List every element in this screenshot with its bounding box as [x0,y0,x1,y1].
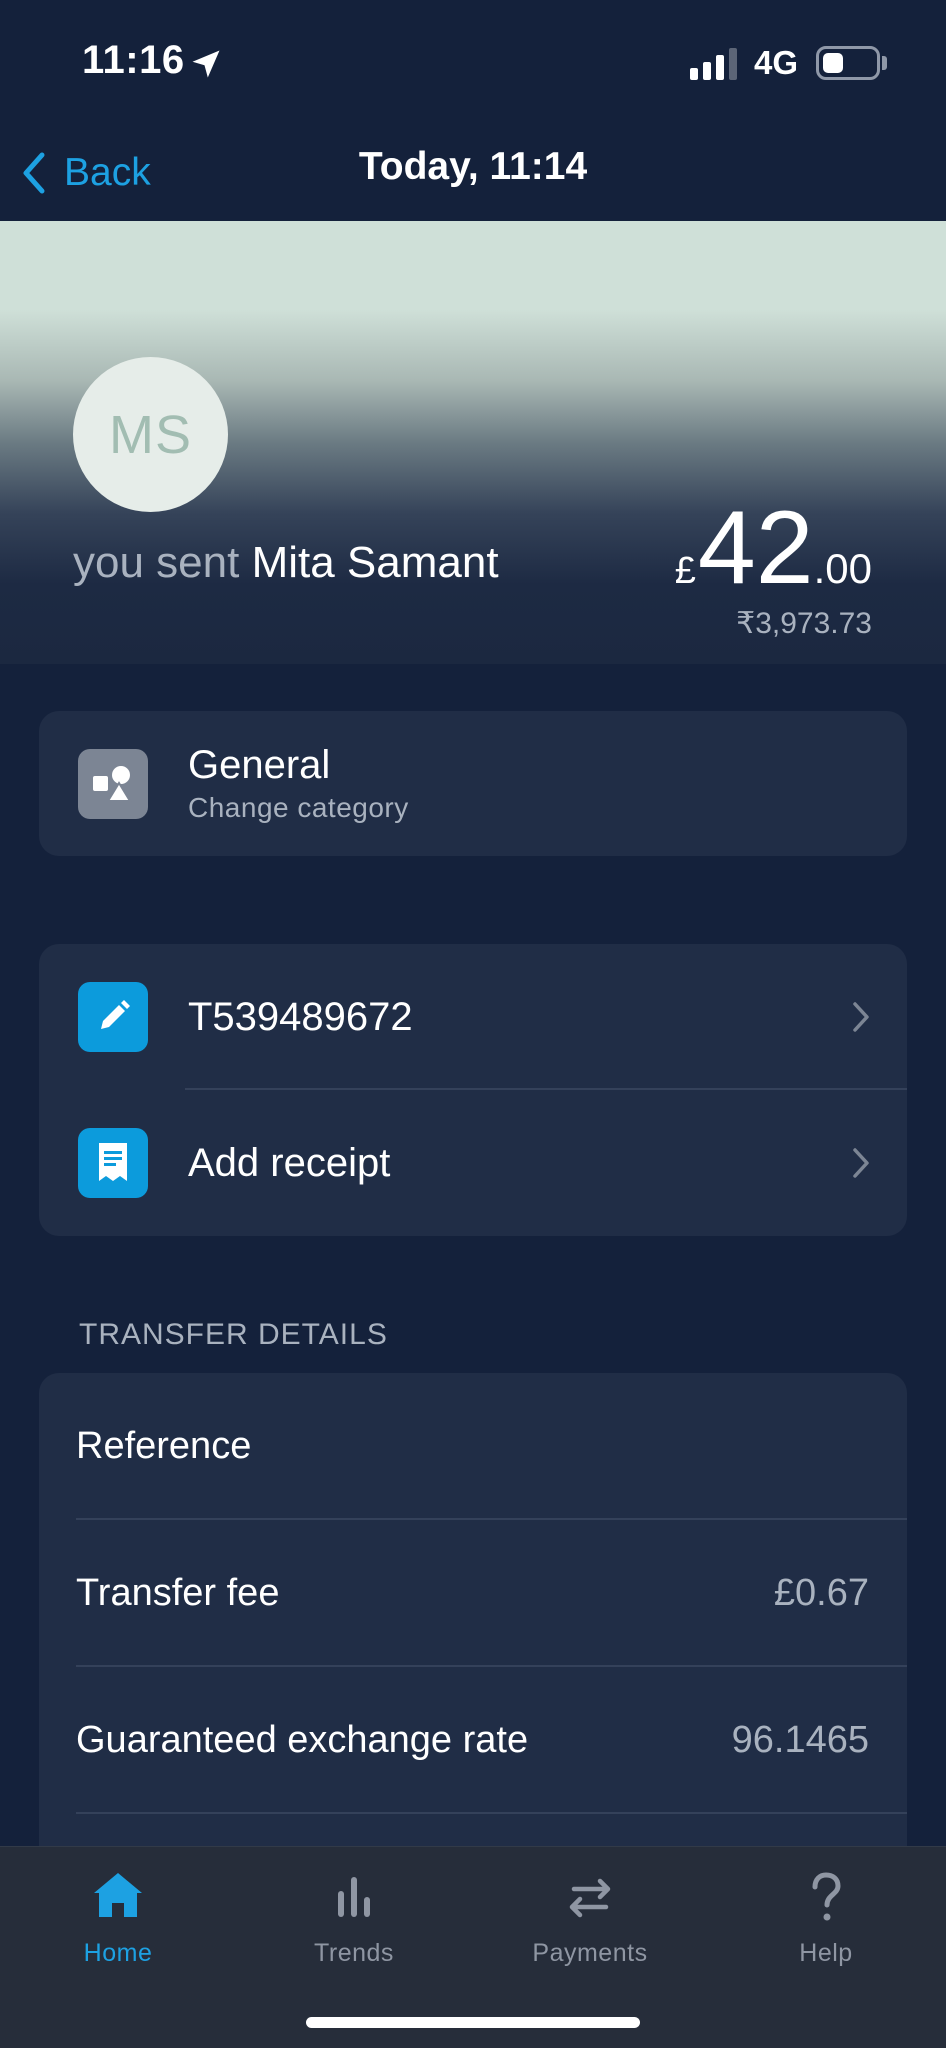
category-row[interactable]: General Change category [39,711,907,856]
receipt-icon-box [78,1128,148,1198]
status-time: 11:16 [82,38,185,82]
category-icon-box [78,748,148,819]
amount-fraction: .00 [813,545,872,592]
cellular-signal-icon [690,48,737,80]
transaction-amount: £ 42 .00 [675,496,872,600]
reference-row: Reference [39,1373,907,1520]
sent-prefix: you sent [73,538,240,587]
sent-description: you sent Mita Samant [73,538,499,588]
battery-icon [816,46,880,80]
avatar-initials: MS [109,404,192,465]
question-mark-icon [812,1872,841,1921]
transfer-fee-value: £0.67 [773,1572,869,1614]
navigation-bar: Back Today, 11:14 [0,125,946,221]
note-text: T539489672 [188,995,413,1040]
exchange-rate-value: 96.1465 [731,1719,869,1761]
bar-chart-icon [338,1877,370,1917]
shapes-icon [93,765,132,802]
note-label: T539489672 [188,994,413,1039]
add-receipt-row[interactable]: Add receipt [39,1090,907,1236]
tab-trends[interactable]: Trends [254,1867,454,1968]
battery-tip [882,56,887,70]
converted-amount: ₹3,973.73 [736,607,872,640]
transfer-details-heading: TRANSFER DETAILS [79,1318,388,1351]
receipt-text: Add receipt [188,1141,390,1186]
transfer-fee-label: Transfer fee [76,1572,280,1614]
chevron-right-icon [853,1002,869,1032]
change-category-link[interactable]: Change category [188,792,409,824]
battery-level [823,53,843,73]
transfer-arrows-icon [569,1878,611,1918]
recipient-name: Mita Samant [251,538,499,587]
category-text: General Change category [188,743,409,824]
network-type: 4G [754,44,799,81]
avatar: MS [73,357,228,512]
page-title: Today, 11:14 [358,145,588,188]
note-row[interactable]: T539489672 [39,944,907,1090]
receipt-icon [99,1143,127,1181]
actions-card: T539489672 Add receipt [39,944,907,1236]
exchange-rate-row: Guaranteed exchange rate 96.1465 [39,1667,907,1814]
tab-payments[interactable]: Payments [490,1867,690,1968]
note-icon-box [78,982,148,1052]
tab-payments-label: Payments [532,1939,648,1967]
status-bar: 11:16 4G [0,0,946,125]
reference-label: Reference [76,1425,252,1467]
transfer-fee-row: Transfer fee £0.67 [39,1520,907,1667]
tab-trends-label: Trends [314,1939,394,1967]
add-receipt-label: Add receipt [188,1140,391,1185]
tab-help[interactable]: Help [726,1867,926,1968]
exchange-rate-label: Guaranteed exchange rate [76,1719,529,1761]
amount-currency: £ [674,550,696,592]
pencil-icon [101,1000,130,1029]
transaction-detail-screen: 11:16 4G Back Today, 11:14 MS you sent M… [0,0,946,2048]
amount-whole: 42 [697,490,814,606]
home-indicator[interactable] [306,2017,640,2028]
tab-help-label: Help [799,1939,853,1967]
tab-home[interactable]: Home [18,1867,218,1968]
home-icon [94,1873,142,1917]
tab-home-label: Home [83,1939,153,1967]
divider [76,1812,907,1814]
chevron-right-icon [853,1148,869,1178]
category-title: General [188,743,331,787]
category-card[interactable]: General Change category [39,711,907,856]
transfer-details-card: Reference Transfer fee £0.67 Guaranteed … [39,1373,907,1893]
tab-bar: Home Trends Payments Help [0,1846,946,2048]
transaction-header: MS you sent Mita Samant £ 42 .00 ₹3,973.… [0,221,946,664]
location-arrow-icon [192,50,220,78]
